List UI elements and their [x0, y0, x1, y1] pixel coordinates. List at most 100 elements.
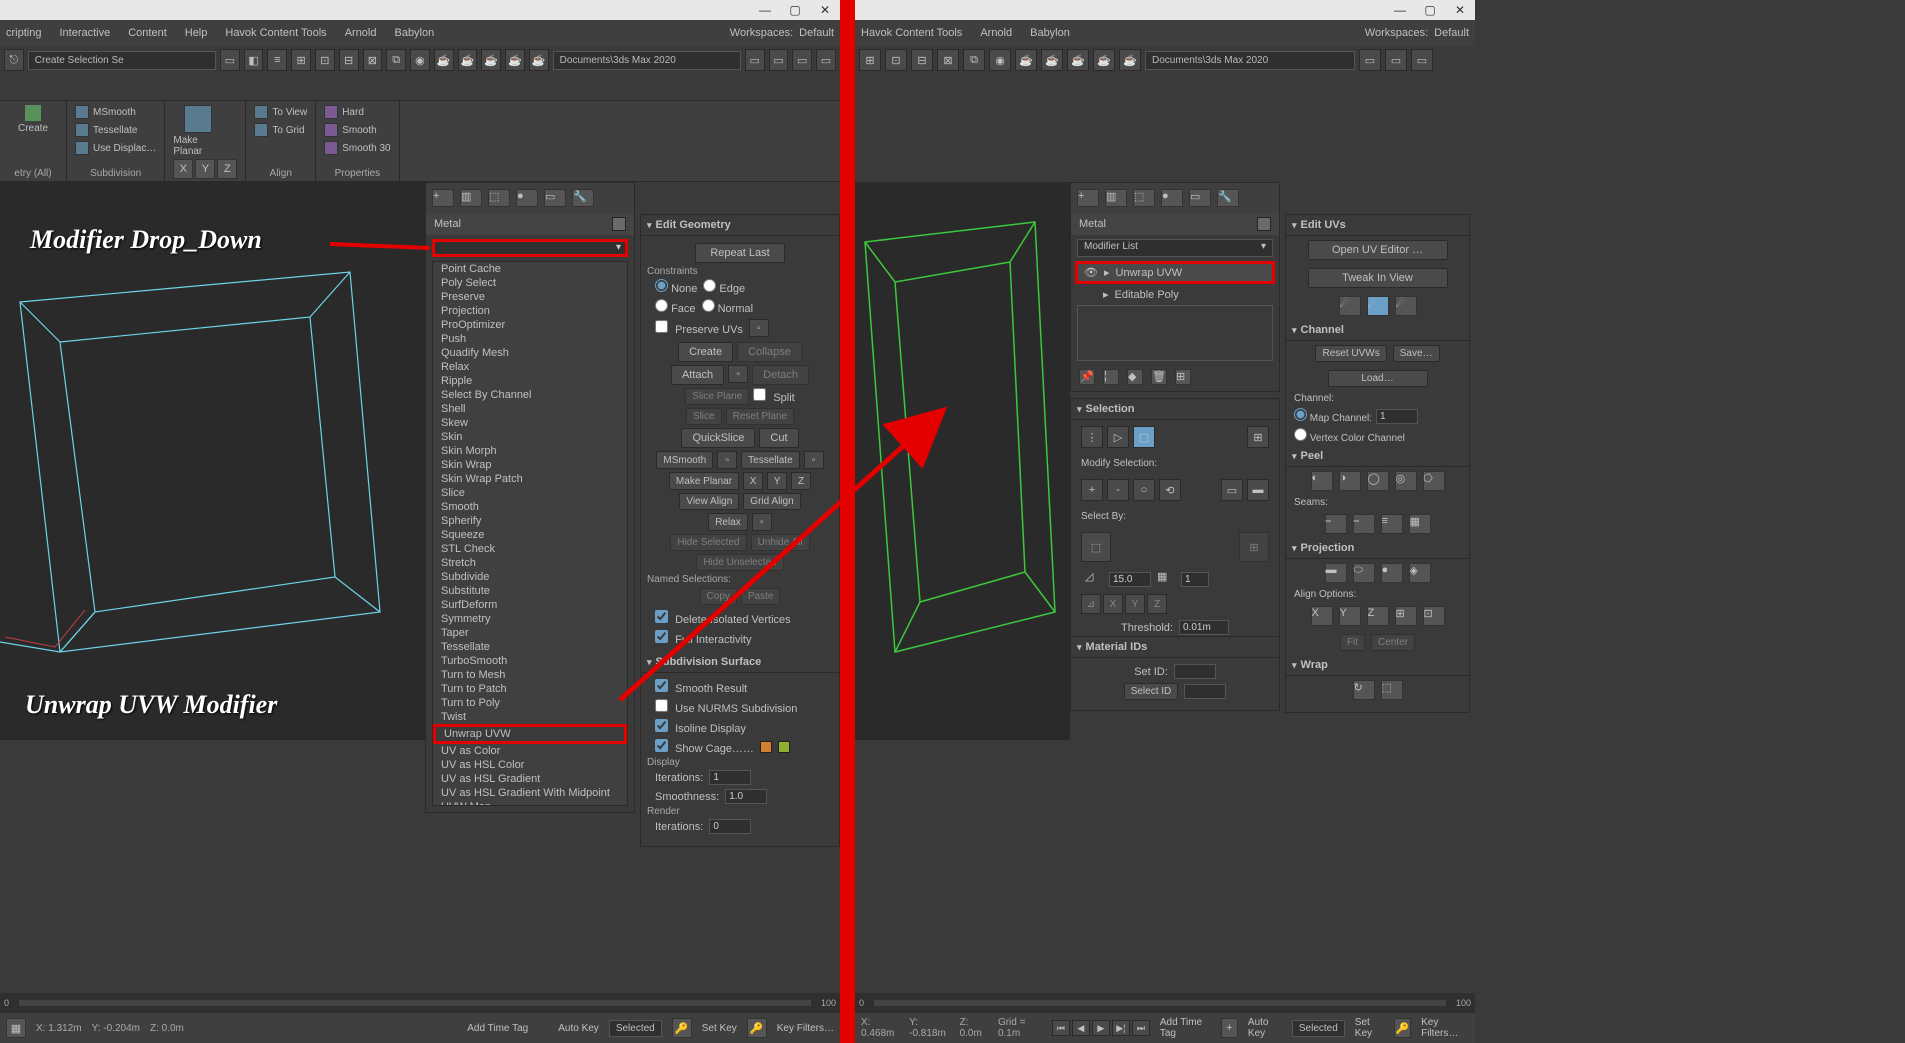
planar-proj-icon[interactable]: ▬: [1325, 563, 1347, 583]
smoothness-input[interactable]: [725, 789, 767, 804]
wrap-icon[interactable]: ↻: [1353, 680, 1375, 700]
smooth-result-check[interactable]: Smooth Result: [655, 679, 747, 695]
viewport-left[interactable]: [0, 182, 425, 740]
reset-uvws-button[interactable]: Reset UVWs: [1315, 345, 1386, 362]
attach-button[interactable]: Attach: [671, 365, 724, 385]
modifier-list-item[interactable]: UV as HSL Gradient: [433, 772, 627, 786]
ribbon-hard[interactable]: Hard: [324, 105, 390, 119]
threshold-input[interactable]: [1179, 620, 1229, 635]
pin-stack-icon[interactable]: 📌: [1079, 369, 1095, 385]
modifier-list-item[interactable]: Shell: [433, 402, 627, 416]
tool-icon[interactable]: ◧: [244, 49, 264, 71]
axis-y[interactable]: Y: [767, 472, 787, 490]
auto-key-button[interactable]: Auto Key: [1248, 1017, 1282, 1039]
create-button[interactable]: Create: [678, 342, 733, 362]
modifier-list-dropdown[interactable]: Modifier List▾: [1077, 239, 1273, 257]
select-by-element-icon[interactable]: ⊞: [1247, 426, 1269, 448]
peel-icon[interactable]: ◐: [1311, 471, 1333, 491]
count-input[interactable]: [1181, 572, 1209, 587]
modifier-list-item[interactable]: Slice: [433, 486, 627, 500]
modifier-list-item[interactable]: Turn to Patch: [433, 682, 627, 696]
ribbon-smooth[interactable]: Smooth: [324, 123, 390, 137]
modifier-list-item[interactable]: STL Check: [433, 542, 627, 556]
mod-sel-icon[interactable]: ▬: [1247, 479, 1269, 501]
tool-icon[interactable]: ⊡: [315, 49, 335, 71]
minimize-button[interactable]: —: [1385, 0, 1415, 20]
object-color-chip[interactable]: [612, 217, 626, 231]
repeat-last-button[interactable]: Repeat Last: [695, 243, 785, 263]
key-icon[interactable]: 🔑: [672, 1018, 692, 1038]
goto-end-icon[interactable]: ⏭: [1132, 1020, 1150, 1036]
sphere-proj-icon[interactable]: ●: [1381, 563, 1403, 583]
key-icon[interactable]: +: [1221, 1018, 1238, 1038]
unhide-all-button[interactable]: Unhide All: [751, 534, 810, 551]
loop-icon[interactable]: ⟲: [1159, 479, 1181, 501]
key-filters-button[interactable]: Key Filters…: [777, 1023, 834, 1034]
seam-icon[interactable]: ≡: [1381, 514, 1403, 534]
tool-icon[interactable]: ▭: [1385, 49, 1407, 71]
show-cage-check[interactable]: Show Cage……: [655, 739, 754, 755]
utilities-tab-icon[interactable]: 🔧: [1217, 189, 1239, 207]
modifier-list-item[interactable]: Projection: [433, 304, 627, 318]
modifier-list-item[interactable]: Unwrap UVW: [433, 724, 627, 744]
tool-icon[interactable]: ⎋: [4, 49, 24, 71]
timeline-left[interactable]: 0 100: [0, 993, 840, 1013]
hierarchy-tab-icon[interactable]: ⬚: [488, 189, 510, 207]
hierarchy-tab-icon[interactable]: ⬚: [1133, 189, 1155, 207]
settings-icon[interactable]: ▫: [804, 451, 824, 469]
tool-icon[interactable]: ☕: [434, 49, 454, 71]
edge-subobj-icon[interactable]: ▷: [1107, 426, 1129, 448]
workspaces-dropdown[interactable]: Default: [799, 27, 834, 39]
relax-button[interactable]: Relax: [708, 513, 748, 531]
menu-scripting[interactable]: cripting: [6, 27, 41, 39]
menu-havok[interactable]: Havok Content Tools: [225, 27, 326, 39]
modify-tab-icon[interactable]: ▥: [1105, 189, 1127, 207]
modifier-list-item[interactable]: Push: [433, 332, 627, 346]
stack-item-editable-poly[interactable]: ▸Editable Poly: [1077, 286, 1273, 303]
slice-plane-button[interactable]: Slice Plane: [685, 388, 749, 405]
auto-key-button[interactable]: Auto Key: [558, 1023, 599, 1034]
peel-icon[interactable]: ◯: [1367, 471, 1389, 491]
center-button[interactable]: Center: [1371, 634, 1415, 651]
attach-list-icon[interactable]: ▫: [728, 365, 748, 383]
modifier-list-item[interactable]: Spherify: [433, 514, 627, 528]
seam-icon[interactable]: ▦: [1409, 514, 1431, 534]
collapse-button[interactable]: Collapse: [737, 342, 802, 362]
msmooth-button[interactable]: MSmooth: [656, 451, 713, 469]
modifier-list-item[interactable]: Turn to Mesh: [433, 668, 627, 682]
align-y-icon[interactable]: Y: [1339, 606, 1361, 626]
ribbon-tessellate[interactable]: Tessellate: [75, 123, 156, 137]
tool-icon[interactable]: ⊟: [339, 49, 359, 71]
selection-set-dropdown[interactable]: Create Selection Se: [28, 51, 216, 70]
modifier-list-item[interactable]: Skew: [433, 416, 627, 430]
key-mode-dropdown[interactable]: Selected: [1292, 1020, 1345, 1037]
grow-icon[interactable]: +: [1081, 479, 1103, 501]
align-z-icon[interactable]: Z: [1367, 606, 1389, 626]
map-channel-radio[interactable]: Map Channel:: [1294, 408, 1372, 424]
modifier-list-item[interactable]: Turn to Poly: [433, 696, 627, 710]
show-end-result-icon[interactable]: ¦: [1103, 369, 1119, 385]
ribbon-create[interactable]: Create: [8, 105, 58, 134]
tool-icon[interactable]: ☕: [458, 49, 478, 71]
settings-icon[interactable]: ▫: [752, 513, 772, 531]
modifier-list-item[interactable]: Substitute: [433, 584, 627, 598]
tool-icon[interactable]: ⊠: [363, 49, 383, 71]
paste-button[interactable]: Paste: [741, 588, 781, 605]
open-uv-editor-button[interactable]: Open UV Editor …: [1308, 240, 1448, 260]
ribbon-make-planar[interactable]: Make Planar: [173, 105, 223, 157]
modifier-list-item[interactable]: UV as HSL Color: [433, 758, 627, 772]
modifier-dropdown-list[interactable]: Point CachePoly SelectPreserveProjection…: [432, 261, 628, 806]
iterations-input[interactable]: [709, 770, 751, 785]
seam-icon[interactable]: ⎯: [1325, 514, 1347, 534]
remove-modifier-icon[interactable]: 🗑: [1151, 369, 1167, 385]
count-icon[interactable]: ▦: [1157, 570, 1175, 588]
next-frame-icon[interactable]: ▶¦: [1112, 1020, 1130, 1036]
modifier-list-item[interactable]: Skin Morph: [433, 444, 627, 458]
object-color-chip[interactable]: [1257, 217, 1271, 231]
add-time-tag[interactable]: Add Time Tag: [1160, 1017, 1211, 1039]
axis-y[interactable]: Y: [1125, 594, 1145, 614]
tool-icon[interactable]: ☕: [1041, 49, 1063, 71]
modifier-list-item[interactable]: Squeeze: [433, 528, 627, 542]
grid-align-button[interactable]: Grid Align: [743, 493, 800, 510]
tool-icon[interactable]: ▭: [1411, 49, 1433, 71]
